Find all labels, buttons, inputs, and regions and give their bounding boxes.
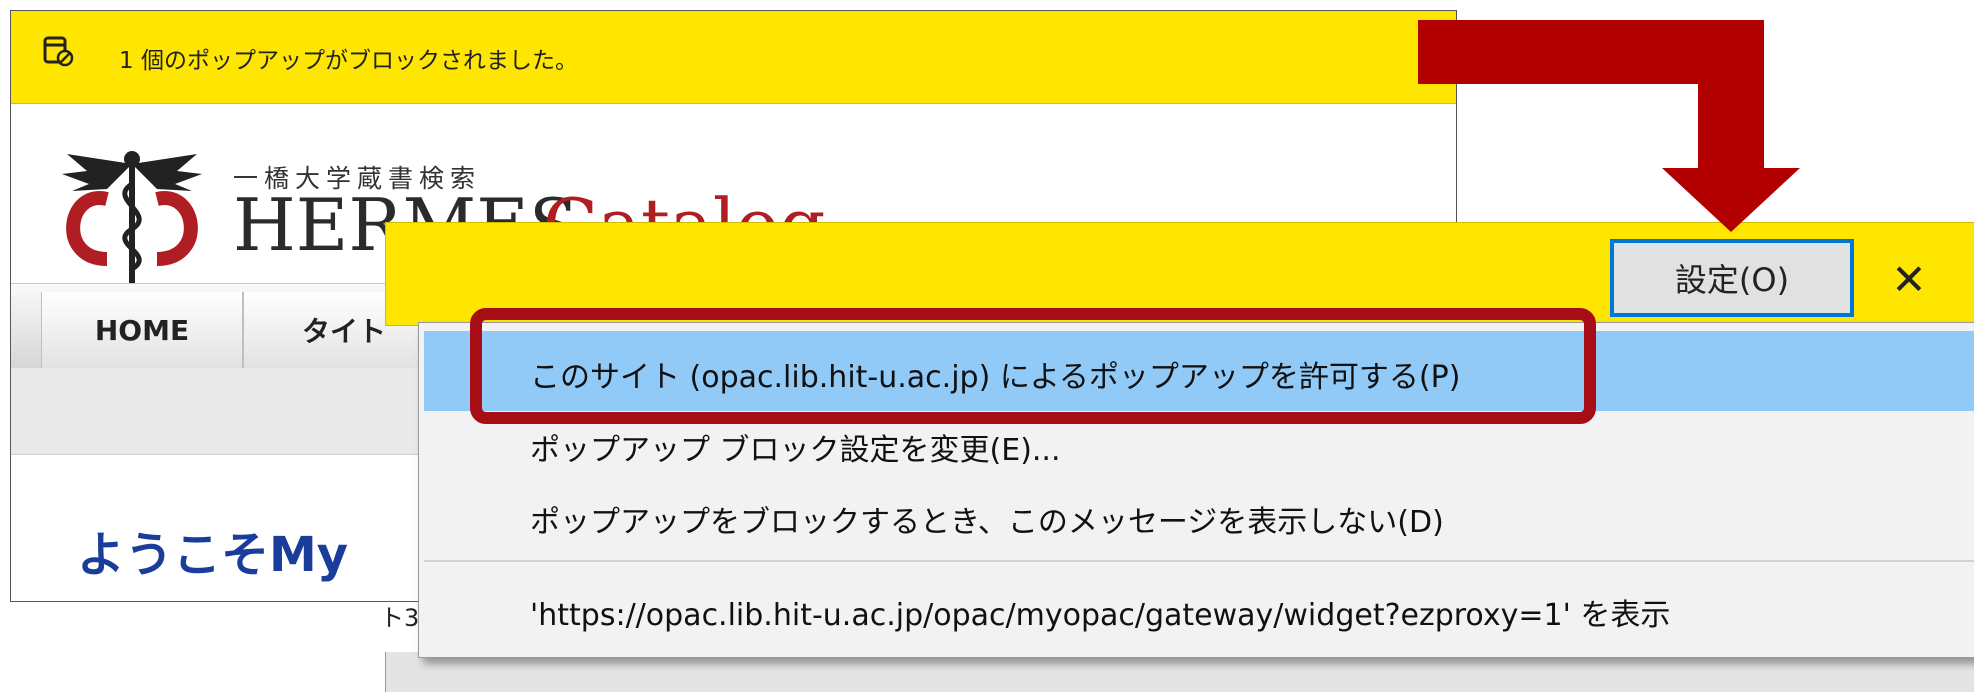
welcome-heading: ようこそMy: [77, 527, 349, 583]
background-page-strip: [385, 652, 1974, 692]
menu-item-show-url[interactable]: 'https://opac.lib.hit-u.ac.jp/opac/myopa…: [530, 590, 1670, 634]
caduceus-emblem-icon: [47, 129, 217, 289]
popup-blocked-icon: [43, 35, 75, 67]
menu-item-hide-message[interactable]: ポップアップをブロックするとき、このメッセージを表示しない(D): [530, 497, 1444, 541]
close-icon[interactable]: ✕: [1874, 246, 1944, 312]
annotation-highlight-box: [470, 308, 1596, 424]
settings-button[interactable]: 設定(O): [1610, 239, 1854, 317]
menu-item-change-block-settings[interactable]: ポップアップ ブロック設定を変更(E)...: [530, 425, 1061, 469]
popup-blocked-message: 1 個のポップアップがブロックされました。: [119, 48, 578, 74]
background-notification-bar: 1 個のポップアップがブロックされました。: [11, 11, 1456, 104]
nav-tab-home[interactable]: HOME: [41, 292, 243, 368]
partial-background-text: ト3: [380, 604, 420, 632]
menu-separator: [424, 560, 1974, 562]
